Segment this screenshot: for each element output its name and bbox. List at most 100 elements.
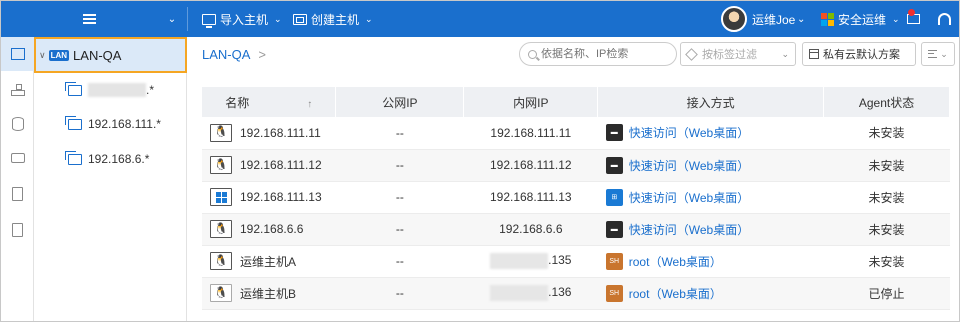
cloud-scheme-select[interactable]: 私有云默认方案: [802, 42, 916, 66]
search-box[interactable]: [519, 42, 677, 66]
access-link[interactable]: SH root（Web桌面）: [605, 284, 824, 302]
access-label: 快速访问（Web桌面）: [628, 222, 750, 237]
clipboard-icon: [12, 187, 23, 201]
private-ip: 192.168.111.11: [463, 117, 598, 150]
access-label: 快速访问（Web桌面）: [628, 126, 750, 141]
public-ip: --: [335, 117, 464, 150]
private-ip: 192.168.111.12: [463, 149, 598, 182]
tree-node-192-168-111[interactable]: 192.168.111.*: [65, 114, 161, 134]
rail-devices[interactable]: [1, 141, 34, 175]
table-header-row: 名称 ↑ 公网IP 内网IP 接入方式 Agent状态: [202, 87, 950, 117]
access-label: 快速访问（Web桌面）: [628, 190, 750, 205]
chevron-down-icon[interactable]: ⌄: [167, 1, 177, 37]
tree-root-label: LAN-QA: [73, 47, 122, 63]
chevron-down-icon[interactable]: ⌄: [797, 1, 805, 37]
host-name[interactable]: 192.168.111.12: [240, 158, 322, 172]
chevron-down-icon: ⌄: [892, 13, 900, 24]
chevron-down-icon[interactable]: ∨: [39, 50, 46, 61]
tree-node-label: .*: [146, 83, 155, 97]
access-link[interactable]: ▬ 快速访问（Web桌面）: [605, 220, 824, 238]
host-name[interactable]: 192.168.6.6: [240, 222, 303, 236]
windows-icon: [210, 188, 232, 206]
terminal-icon: ▬: [605, 124, 623, 142]
tree-node-label: 192.168.111.*: [88, 117, 161, 131]
access-label: root（Web桌面）: [628, 254, 722, 269]
import-host-button[interactable]: 导入主机 ⌄: [202, 1, 282, 37]
tag-filter-placeholder: 按标签过滤: [702, 49, 757, 61]
access-link[interactable]: ▬ 快速访问（Web桌面）: [605, 156, 824, 174]
database-icon: [11, 117, 24, 131]
agent-status: 未安装: [823, 245, 950, 278]
menu-button[interactable]: [79, 1, 99, 37]
safe-ops-menu[interactable]: 安全运维 ⌄: [821, 1, 900, 37]
col-private-ip: 内网IP: [463, 87, 599, 117]
table-row[interactable]: 🐧 运维主机A -- .135 SH root（Web桌面） 未安装: [202, 245, 950, 278]
sort-arrow-icon[interactable]: ↑: [307, 99, 312, 110]
table-row[interactable]: 192.168.111.13 -- 192.168.111.13 ⊞ 快速访问（W…: [202, 181, 950, 214]
agent-status: 已停止: [823, 277, 950, 310]
table-row[interactable]: 🐧 192.168.111.12 -- 192.168.111.12 ▬ 快速访问（…: [202, 149, 950, 182]
rail-audit[interactable]: [1, 213, 34, 247]
cloud-scheme-label: 私有云默认方案: [823, 49, 900, 61]
private-ip: 192.168.111.13: [463, 181, 598, 214]
windows-desktop-icon: ⊞: [605, 188, 623, 206]
terminal-icon: ▬: [605, 220, 623, 238]
tag-filter-select[interactable]: 按标签过滤 ⌄: [680, 42, 796, 66]
headset-icon: [937, 13, 951, 25]
host-name[interactable]: 192.168.111.13: [240, 190, 322, 204]
tree-node-masked[interactable]: .*: [65, 80, 155, 100]
table-row[interactable]: 🐧 运维主机B -- .136 SH root（Web桌面） 已停止: [202, 277, 950, 310]
table-row[interactable]: 🐧 192.168.6.6 -- 192.168.6.6 ▬ 快速访问（Web桌面）…: [202, 213, 950, 246]
search-input[interactable]: [541, 48, 671, 60]
monitor-create-icon: [293, 13, 307, 25]
side-rail: [1, 37, 34, 321]
rail-topology[interactable]: [1, 73, 34, 107]
public-ip: --: [335, 277, 464, 310]
access-link[interactable]: ▬ 快速访问（Web桌面）: [605, 124, 824, 142]
sort-lines-icon: [928, 50, 938, 58]
col-public-ip: 公网IP: [335, 87, 465, 117]
agent-status: 未安装: [823, 149, 950, 182]
hamburger-icon: [82, 14, 96, 24]
terminal-icon: ▬: [605, 156, 623, 174]
create-host-label: 创建主机: [311, 12, 360, 27]
agent-status: 未安装: [823, 181, 950, 214]
tag-icon: [685, 47, 698, 61]
breadcrumb-item[interactable]: LAN-QA: [202, 47, 250, 62]
host-name[interactable]: 运维主机B: [240, 285, 296, 302]
rail-hosts[interactable]: [1, 37, 34, 71]
create-host-button[interactable]: 创建主机 ⌄: [293, 1, 373, 37]
access-link[interactable]: SH root（Web桌面）: [605, 252, 824, 270]
import-host-label: 导入主机: [220, 12, 269, 27]
masked-ip: [490, 253, 549, 269]
main-panel: LAN-QA> 按标签过滤 ⌄ 私有云默认方案 ⌄ 名称↑ 公网IP 内网: [188, 37, 959, 321]
private-ip-cell: .136: [463, 277, 598, 310]
linux-icon: 🐧: [210, 123, 232, 142]
host-name[interactable]: 192.168.111.11: [240, 126, 321, 140]
agent-status: 未安装: [823, 213, 950, 246]
document-icon: [12, 223, 23, 237]
private-ip: .135: [548, 253, 572, 268]
host-name[interactable]: 运维主机A: [240, 253, 296, 270]
mail-button[interactable]: [905, 1, 921, 37]
user-name[interactable]: 运维Joe: [752, 1, 795, 37]
notification-dot: [908, 9, 915, 16]
rail-database[interactable]: [1, 107, 34, 141]
public-ip: --: [335, 245, 464, 278]
view-options-button[interactable]: ⌄: [921, 42, 955, 66]
access-link[interactable]: ⊞ 快速访问（Web桌面）: [605, 188, 824, 206]
col-name[interactable]: 名称 ↑: [202, 87, 337, 117]
monitor-import-icon: [202, 13, 216, 28]
tree-root-lan-qa[interactable]: ∨ LAN LAN-QA: [34, 37, 187, 73]
rail-reports[interactable]: [1, 177, 34, 211]
avatar[interactable]: [721, 6, 747, 32]
col-access: 接入方式: [597, 87, 825, 117]
support-button[interactable]: [935, 1, 953, 37]
chevron-down-icon: ⌄: [781, 48, 789, 59]
host-table: 名称 ↑ 公网IP 内网IP 接入方式 Agent状态 🐧 192.168.111.…: [202, 87, 950, 310]
tree-node-192-168-6[interactable]: 192.168.6.*: [65, 149, 150, 169]
tree-node-label: 192.168.6.*: [88, 152, 150, 166]
table-row[interactable]: 🐧 192.168.111.11 -- 192.168.111.11 ▬ 快速访问（…: [202, 117, 950, 150]
device-icon: [10, 153, 25, 163]
access-label: root（Web桌面）: [628, 286, 722, 301]
